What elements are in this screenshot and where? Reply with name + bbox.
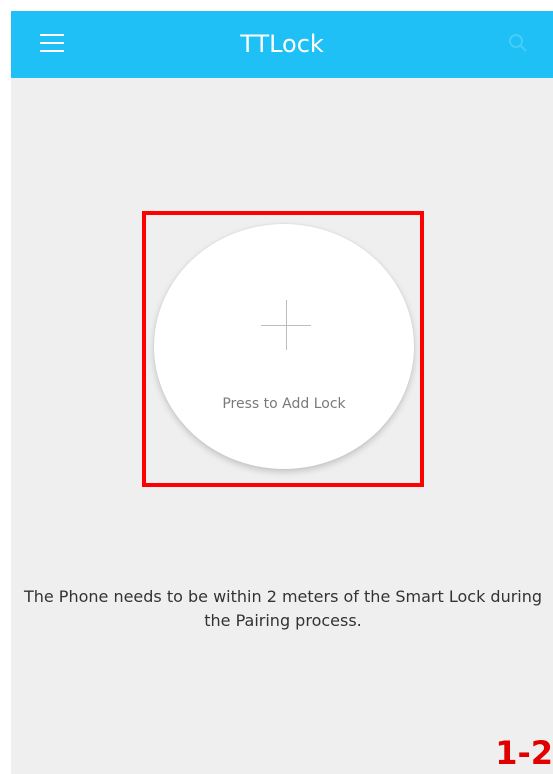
add-lock-label: Press to Add Lock [222,396,346,412]
search-icon [509,34,527,52]
page-title: TTLock [240,30,324,58]
page-marker: 1-2 [495,734,553,772]
app-screen: TTLock Press to Add Lock The Phone needs… [11,0,553,774]
status-bar [11,0,553,11]
add-lock-button[interactable]: Press to Add Lock [154,224,414,469]
app-bar: TTLock [11,11,553,78]
menu-button[interactable] [30,29,64,59]
search-button[interactable] [503,28,533,58]
pairing-distance-notice: The Phone needs to be within 2 meters of… [23,587,543,630]
